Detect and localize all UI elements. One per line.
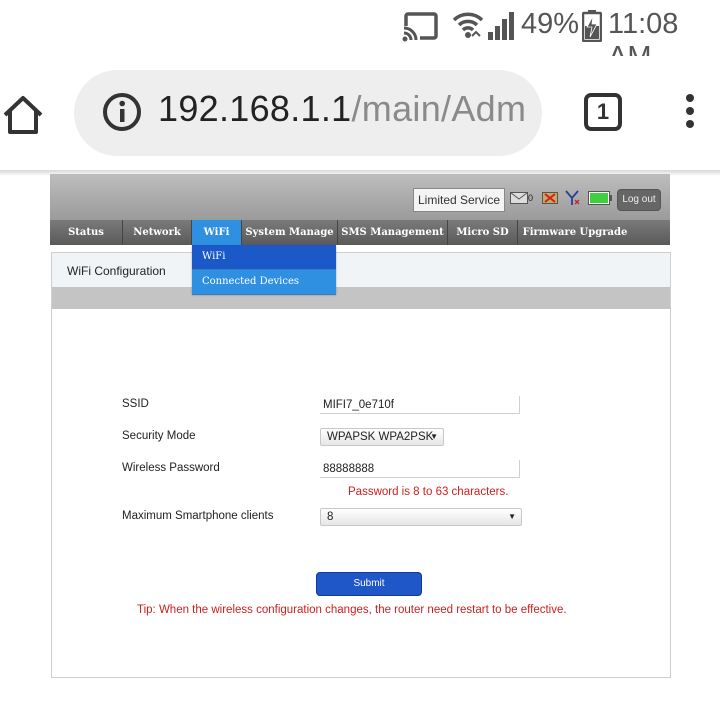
wireless-password-label: Wireless Password — [122, 462, 220, 474]
sim-alert-icon — [542, 192, 558, 204]
signal-icon — [488, 12, 514, 40]
panel-header: WiFi Configuration — [52, 253, 670, 287]
cast-icon — [402, 12, 438, 42]
url-text[interactable]: 192.168.1.1/main/Adm — [158, 88, 526, 130]
nav-wifi[interactable]: WiFi — [192, 220, 242, 245]
panel-title: WiFi Configuration — [67, 264, 166, 278]
password-hint: Password is 8 to 63 characters. — [348, 486, 509, 498]
security-mode-select[interactable]: WPAPSK WPA2PSK ▼ — [320, 428, 444, 446]
menu-item-connected-devices[interactable]: Connected Devices — [192, 270, 336, 295]
overflow-menu-icon[interactable] — [684, 94, 696, 134]
battery-charging-icon — [582, 10, 602, 42]
wireless-password-input[interactable] — [320, 460, 520, 478]
restart-tip: Tip: When the wireless configuration cha… — [137, 604, 567, 616]
ssid-label: SSID — [122, 398, 149, 410]
url-host: 192.168.1.1 — [158, 88, 352, 129]
nav-status[interactable]: Status — [50, 220, 123, 245]
tabs-icon[interactable]: 1 — [584, 93, 622, 131]
browser-toolbar: 192.168.1.1/main/Adm 1 — [0, 56, 720, 172]
antenna-icon — [565, 190, 580, 205]
wifi-icon — [452, 12, 484, 38]
wifi-dropdown-menu: WiFi Connected Devices — [192, 245, 336, 295]
mail-icon[interactable] — [510, 192, 528, 204]
info-icon[interactable] — [102, 92, 142, 132]
panel-band — [52, 287, 670, 309]
nav-firmware-upgrade[interactable]: Firmware Upgrade — [518, 220, 632, 245]
nav-sms-management[interactable]: SMS Management — [338, 220, 448, 245]
service-status: Limited Service — [413, 188, 505, 212]
security-mode-label: Security Mode — [122, 430, 196, 442]
max-clients-select[interactable]: 8 ▼ — [320, 508, 522, 526]
nav-micro-sd[interactable]: Micro SD — [448, 220, 518, 245]
menu-item-wifi[interactable]: WiFi — [192, 245, 336, 270]
nav-network[interactable]: Network — [123, 220, 192, 245]
chevron-down-icon: ▼ — [508, 512, 516, 521]
ssid-input[interactable] — [320, 396, 520, 414]
max-clients-label: Maximum Smartphone clients — [122, 510, 274, 522]
url-path: /main/Adm — [351, 88, 527, 129]
battery-percent: 49% — [521, 8, 580, 40]
address-bar[interactable]: 192.168.1.1/main/Adm — [74, 70, 542, 156]
max-clients-value: 8 — [327, 511, 334, 523]
message-count: 0 — [528, 193, 534, 203]
battery-icon — [588, 191, 612, 205]
nav-system-manage[interactable]: System Manage — [242, 220, 338, 245]
status-bar: 49% 11:08 AM — [0, 0, 720, 73]
logout-button[interactable]: Log out — [617, 189, 661, 211]
security-mode-value: WPAPSK WPA2PSK — [327, 431, 434, 443]
router-header: Limited Service 0 Log out — [50, 174, 670, 220]
router-nav: Status Network WiFi System Manage SMS Ma… — [50, 220, 670, 245]
chevron-down-icon: ▼ — [430, 432, 438, 441]
home-icon[interactable] — [2, 94, 44, 136]
submit-button[interactable]: Submit — [316, 572, 422, 596]
